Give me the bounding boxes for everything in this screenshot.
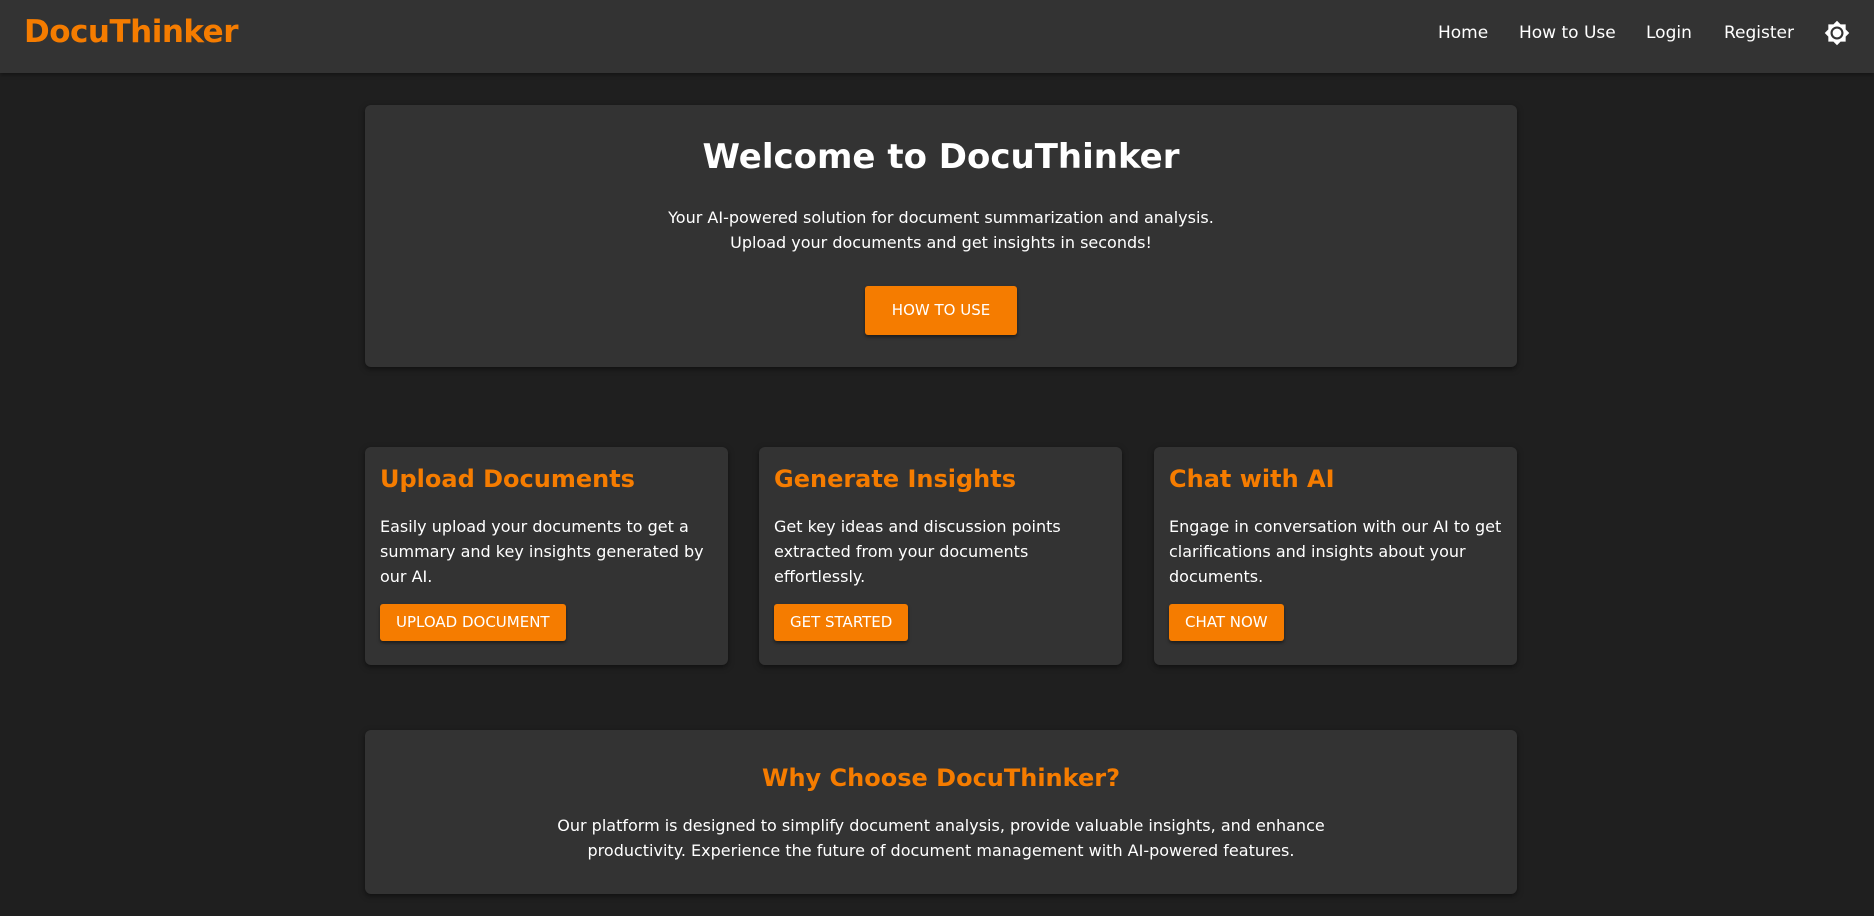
hero-subtitle: Your AI-powered solution for document su… [365, 205, 1517, 255]
why-choose-title: Why Choose DocuThinker? [762, 764, 1120, 792]
nav-link-login[interactable]: Login [1646, 23, 1692, 43]
why-choose-card: Why Choose DocuThinker? Our platform is … [365, 730, 1517, 894]
chat-now-button[interactable]: CHAT NOW [1169, 604, 1284, 641]
feature-description: Engage in conversation with our AI to ge… [1169, 517, 1502, 586]
feature-description: Easily upload your documents to get a su… [380, 517, 704, 586]
top-navbar: DocuThinker Home How to Use Login Regist… [0, 0, 1874, 73]
feature-title: Chat with AI [1169, 465, 1335, 493]
theme-toggle-button[interactable] [1824, 20, 1850, 46]
nav-link-register[interactable]: Register [1724, 23, 1794, 43]
brand-logo[interactable]: DocuThinker [24, 14, 238, 50]
hero-card: Welcome to DocuThinker Your AI-powered s… [365, 105, 1517, 367]
upload-document-button[interactable]: UPLOAD DOCUMENT [380, 604, 566, 641]
nav-link-how-to-use[interactable]: How to Use [1519, 23, 1616, 43]
hero-title: Welcome to DocuThinker [702, 137, 1180, 177]
nav-link-home[interactable]: Home [1438, 23, 1488, 43]
gear-icon [1824, 20, 1850, 46]
feature-title: Upload Documents [380, 465, 635, 493]
get-started-button[interactable]: GET STARTED [774, 604, 909, 641]
why-choose-description: Our platform is designed to simplify doc… [557, 816, 1325, 860]
feature-card-insights: Generate Insights Get key ideas and disc… [759, 447, 1122, 665]
feature-card-chat: Chat with AI Engage in conversation with… [1154, 447, 1517, 665]
feature-card-upload: Upload Documents Easily upload your docu… [365, 447, 728, 665]
hero-subtitle-line-2: Upload your documents and get insights i… [730, 233, 1152, 252]
feature-title: Generate Insights [774, 465, 1017, 493]
how-to-use-button[interactable]: HOW TO USE [865, 286, 1017, 335]
hero-subtitle-line-1: Your AI-powered solution for document su… [668, 208, 1214, 227]
feature-description: Get key ideas and discussion points extr… [774, 517, 1061, 586]
